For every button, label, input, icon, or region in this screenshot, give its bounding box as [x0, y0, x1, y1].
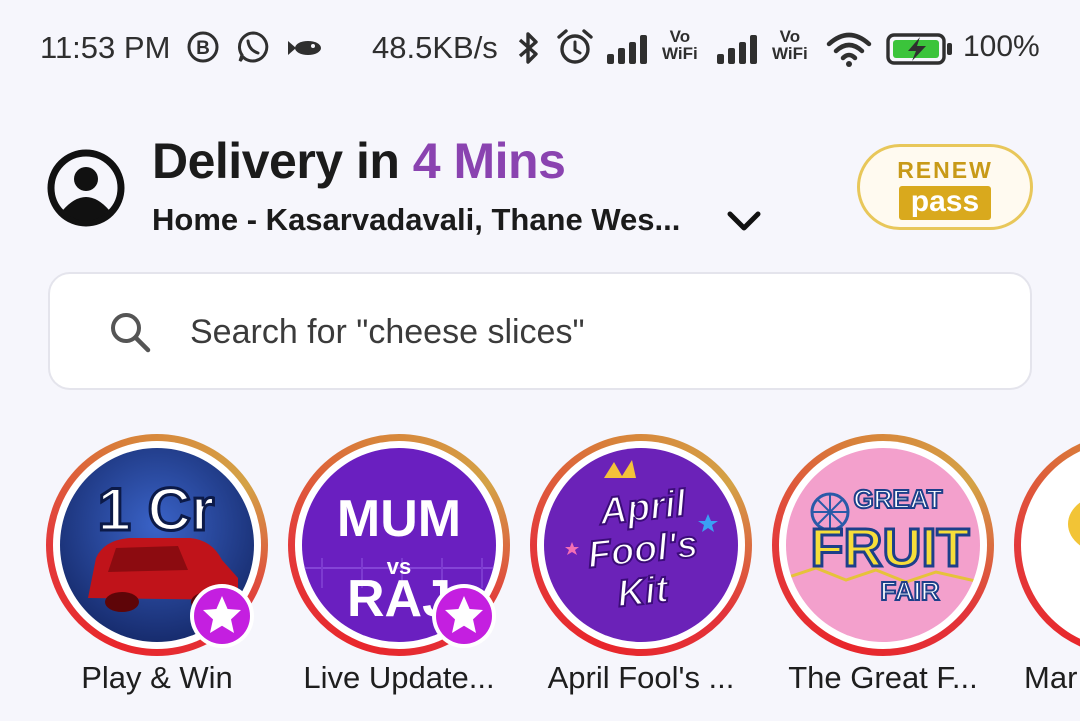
chevron-down-icon[interactable]	[726, 206, 762, 236]
story-label: April Fool's ...	[547, 660, 735, 695]
fruit-fair-image: GREAT FRUIT FAIR	[786, 448, 980, 642]
alarm-icon	[557, 29, 593, 64]
story-art-text-3: Kit	[615, 568, 671, 615]
search-bar[interactable]	[48, 272, 1032, 390]
renew-pass-button[interactable]: RENEW pass	[857, 144, 1033, 230]
b-circle-icon: B	[187, 31, 219, 63]
bluetooth-icon	[518, 32, 538, 64]
search-icon	[111, 313, 151, 353]
delivery-time: 4 Mins	[412, 133, 566, 189]
battery-charging-icon	[886, 33, 952, 65]
new-star-badge	[190, 584, 254, 648]
vowifi-top: Vo	[779, 27, 801, 46]
pass-label: pass	[898, 186, 992, 220]
vowifi-top: Vo	[669, 27, 691, 46]
whatsapp-icon	[237, 31, 269, 63]
story-art-text-top: MUM	[337, 490, 461, 548]
vowifi-indicator: Vo WiFi	[662, 28, 698, 62]
story-clip: Mar	[1014, 434, 1080, 721]
star-icon	[194, 588, 250, 644]
delivery-time-heading: Delivery in 4 Mins	[152, 132, 566, 190]
story-image: April Fool's Kit	[544, 448, 738, 642]
search-input[interactable]	[190, 302, 990, 362]
fish-icon	[288, 41, 321, 55]
renew-label: RENEW	[897, 157, 993, 183]
battery-percent: 100%	[963, 30, 1040, 63]
address-selector[interactable]: Home - Kasarvadavali, Thane Wes...	[152, 202, 680, 238]
new-star-badge	[432, 584, 496, 648]
svg-text:B: B	[196, 38, 210, 59]
vowifi-bottom: WiFi	[772, 44, 808, 63]
vowifi-indicator: Vo WiFi	[772, 28, 808, 62]
user-icon	[47, 149, 125, 227]
story-image: GREAT FRUIT FAIR	[786, 448, 980, 642]
story-label: The Great F...	[788, 660, 978, 695]
april-fools-image: April Fool's Kit	[544, 448, 738, 642]
story-label: Play & Win	[81, 660, 233, 695]
story-art-text-2: FRUIT	[811, 518, 970, 578]
wifi-icon	[826, 32, 872, 67]
star-icon	[436, 588, 492, 644]
status-bar: 11:53 PM B 48.5KB/s Vo WiFi Vo WiFi 100%	[0, 0, 1080, 100]
signal-icon	[607, 35, 647, 64]
story-art-text-1: GREAT	[853, 484, 942, 514]
story-art-text: 1 Cr	[98, 476, 215, 543]
network-speed: 48.5KB/s	[372, 30, 498, 65]
vowifi-bottom: WiFi	[662, 44, 698, 63]
delivery-prefix: Delivery in	[152, 133, 413, 189]
story-art-text-3: FAIR	[880, 576, 939, 606]
story-label: Mar	[1024, 660, 1078, 695]
status-time: 11:53 PM	[40, 30, 171, 65]
story-label: Live Update...	[303, 660, 495, 695]
signal-icon	[717, 35, 757, 64]
profile-button[interactable]	[46, 148, 126, 228]
